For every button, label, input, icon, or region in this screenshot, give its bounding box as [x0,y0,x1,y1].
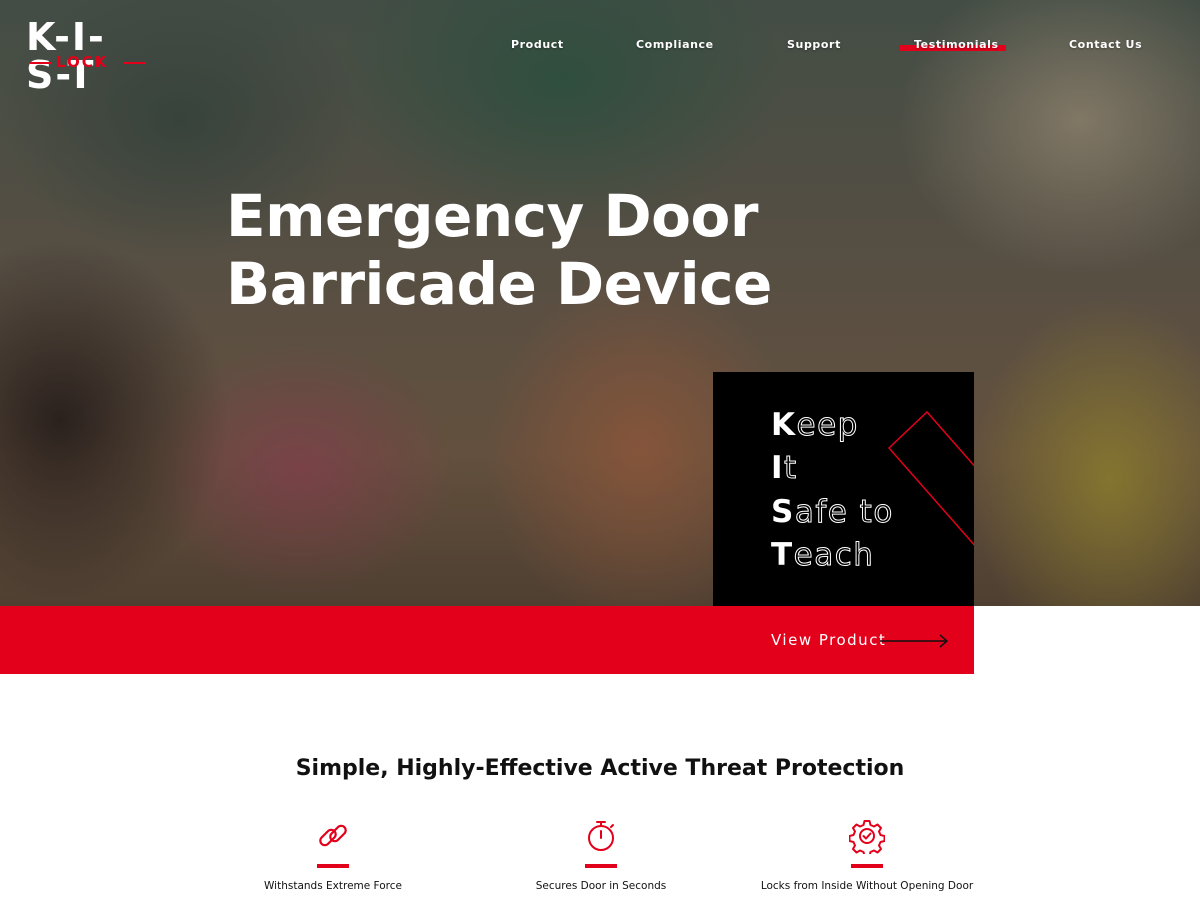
logo-right-line [124,62,146,64]
feature-locks-inside: Locks from Inside Without Opening Door [737,818,997,892]
feature-label: Secures Door in Seconds [535,880,667,892]
motto-line-teach: Teach [771,537,875,573]
gear-check-icon [849,820,885,854]
logo-subtext: LOCK [56,53,109,71]
motto-line-safe-to: Safe to [771,494,894,530]
kist-lock-logo[interactable]: K-I-S-T LOCK [26,18,150,94]
view-product-bar[interactable]: View Product [0,606,974,674]
view-product-link[interactable]: View Product [771,631,886,649]
feature-secures-door: Secures Door in Seconds [471,818,731,892]
nav-item-testimonials[interactable]: Testimonials [914,38,999,51]
kist-motto-box: Keep It Safe to Teach [713,372,974,606]
feature-accent-bar [585,864,617,868]
motto-line-it: It [771,450,798,486]
nav-item-contact-us[interactable]: Contact Us [1069,38,1142,51]
stopwatch-icon [588,821,614,851]
diagonal-bar-decoration [888,410,974,546]
feature-label: Withstands Extreme Force [264,880,402,892]
feature-accent-bar [851,864,883,868]
hero-title-line-2: Barricade Device [226,250,772,318]
nav-item-compliance[interactable]: Compliance [636,38,714,51]
feature-withstands-force: Withstands Extreme Force [203,818,463,892]
motto-line-keep: Keep [771,407,859,443]
feature-accent-bar [317,864,349,868]
chain-link-icon [319,824,347,847]
features-heading: Simple, Highly-Effective Active Threat P… [295,756,905,781]
nav-item-product[interactable]: Product [511,38,564,51]
hero-title: Emergency Door Barricade Device [226,182,786,318]
arrow-right-icon[interactable] [880,634,950,648]
hero-title-line-1: Emergency Door [226,182,758,250]
feature-label: Locks from Inside Without Opening Door [760,880,974,892]
nav-item-support[interactable]: Support [787,38,841,51]
logo-left-line [30,62,52,64]
